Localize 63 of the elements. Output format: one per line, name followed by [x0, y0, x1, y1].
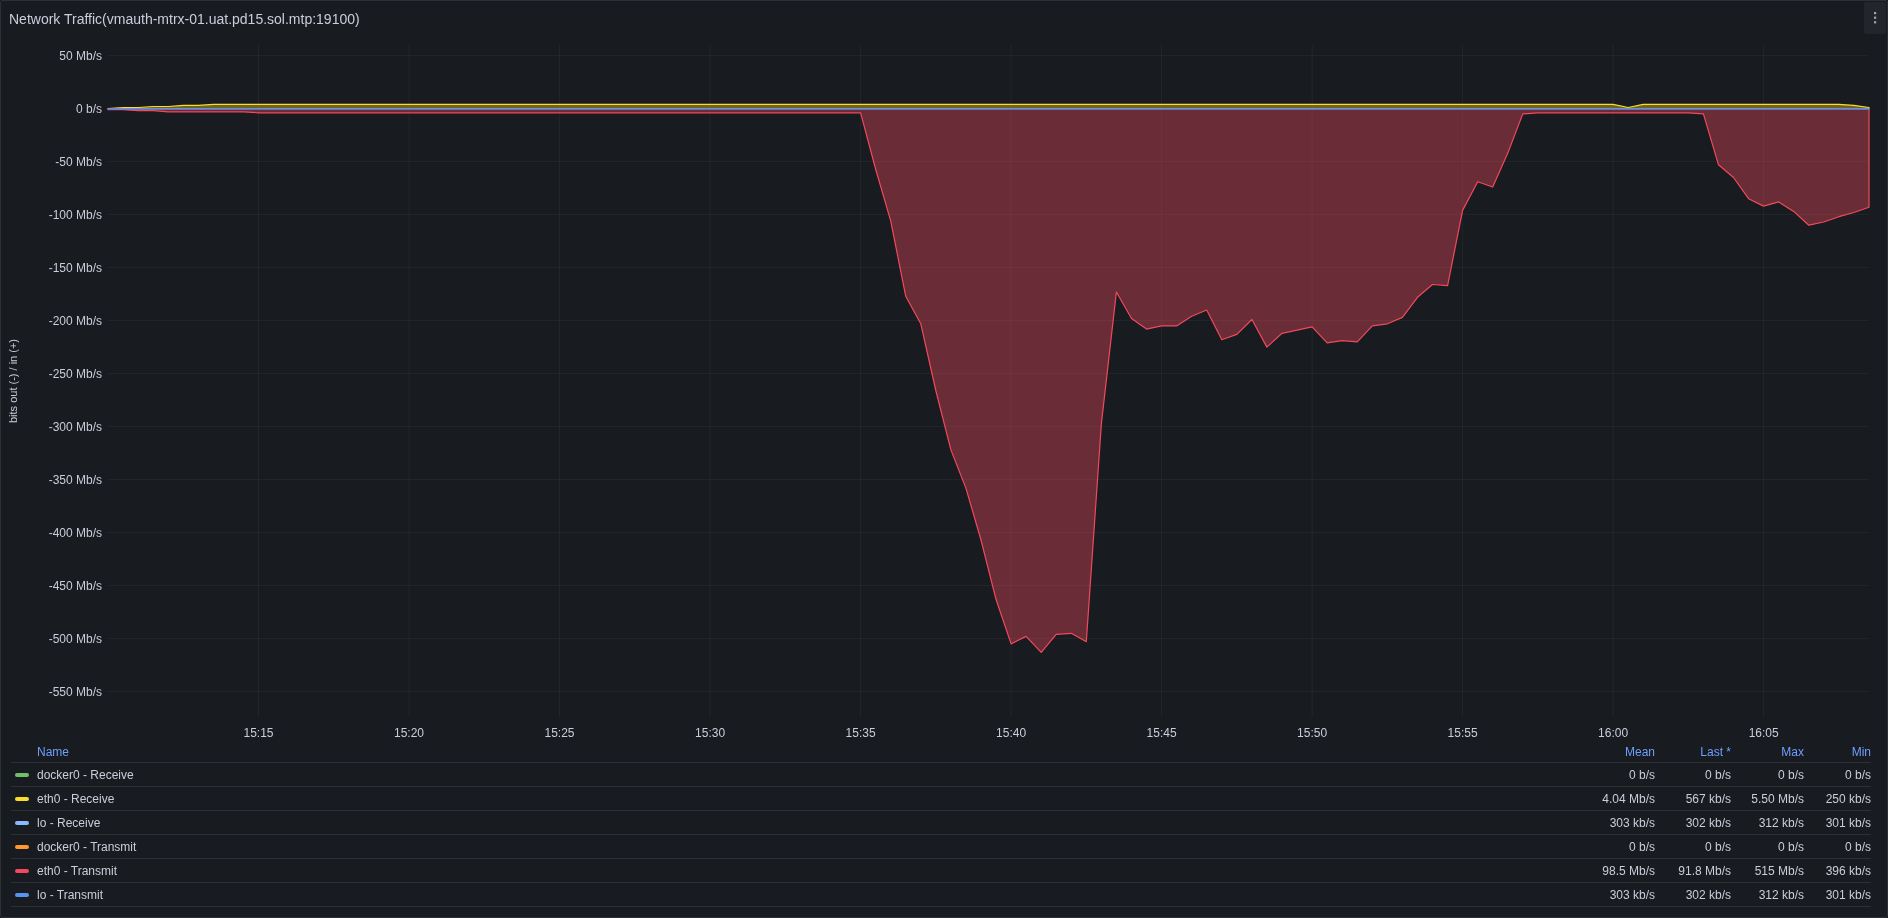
stat-value: 567 kb/s [1684, 790, 1731, 808]
column-header[interactable]: Mean [1575, 742, 1655, 761]
axis-tick-label: -400 Mb/s [48, 525, 102, 540]
axis-tick-label: 15:50 [1297, 726, 1328, 740]
stat-value: 0 b/s [1777, 838, 1804, 856]
series-name[interactable]: docker0 - Transmit [37, 837, 137, 856]
axis-tick-label: -150 Mb/s [48, 260, 102, 275]
axis-tick-label: -300 Mb/s [48, 419, 102, 434]
stat-value: 4.04 Mb/s [1601, 790, 1655, 808]
stat-value: 302 kb/s [1684, 814, 1731, 832]
stat-value: 98.5 Mb/s [1601, 862, 1655, 880]
stat-value: 0 b/s [1844, 766, 1871, 784]
axis-tick-label: 15:20 [394, 726, 425, 740]
axis-tick-label: -100 Mb/s [48, 207, 102, 222]
stat-value: 301 kb/s [1824, 814, 1871, 832]
stat-value: 303 kb/s [1608, 814, 1655, 832]
series-name[interactable]: lo - Transmit [37, 885, 103, 904]
series-name[interactable]: docker0 - Receive [37, 765, 134, 784]
axis-tick-label: 0 b/s [76, 101, 102, 116]
column-header[interactable]: Last * [1655, 742, 1731, 761]
stat-value: 0 b/s [1628, 766, 1655, 784]
axis-tick-label: 15:45 [1146, 726, 1177, 740]
axis-tick-label: -350 Mb/s [48, 472, 102, 487]
axis-tick-label: 15:55 [1447, 726, 1478, 740]
axis-tick-label: -50 Mb/s [55, 154, 102, 169]
stat-value: 91.8 Mb/s [1677, 862, 1731, 880]
axis-tick-label: 15:25 [544, 726, 575, 740]
stat-value: 0 b/s [1704, 766, 1731, 784]
stat-value: 302 kb/s [1684, 886, 1731, 904]
axis-tick-label: 16:00 [1598, 726, 1629, 740]
axis-tick-label: -450 Mb/s [48, 578, 102, 593]
menu-icon [1873, 12, 1877, 24]
stat-value: 0 b/s [1704, 838, 1731, 856]
axis-tick-label: -250 Mb/s [48, 366, 102, 381]
panel-title: Network Traffic(vmauth-mtrx-01.uat.pd15.sol.mtp:19100) [9, 10, 360, 29]
axis-tick-label: 50 Mb/s [59, 48, 102, 63]
column-header[interactable]: Min [1804, 742, 1871, 761]
axis-tick-label: 15:35 [845, 726, 876, 740]
menu-button[interactable] [1864, 2, 1886, 34]
stat-value: 312 kb/s [1757, 886, 1804, 904]
series-name[interactable]: eth0 - Transmit [37, 861, 118, 880]
stat-value: 303 kb/s [1608, 886, 1655, 904]
stat-value: 0 b/s [1844, 838, 1871, 856]
stat-value: 312 kb/s [1757, 814, 1804, 832]
series-name[interactable]: eth0 - Receive [37, 789, 115, 808]
axis-tick-label: 15:15 [243, 726, 274, 740]
stat-value: 0 b/s [1777, 766, 1804, 784]
stat-value: 301 kb/s [1824, 886, 1871, 904]
stat-value: 396 kb/s [1824, 862, 1871, 880]
series-name[interactable]: lo - Receive [37, 813, 101, 832]
axis-tick-label: 16:05 [1748, 726, 1779, 740]
column-header[interactable]: Max [1731, 742, 1804, 761]
axis-tick-label: -500 Mb/s [48, 631, 102, 646]
column-header[interactable]: Name [37, 744, 69, 759]
axis-tick-label: 15:30 [695, 726, 726, 740]
stat-value: 515 Mb/s [1753, 862, 1804, 880]
axis-tick-label: -550 Mb/s [48, 684, 102, 699]
axis-tick-label: 15:40 [996, 726, 1027, 740]
axis-title: bits out (-) / in (+) [9, 339, 19, 423]
stat-value: 5.50 Mb/s [1750, 790, 1804, 808]
stat-value: 250 kb/s [1824, 790, 1871, 808]
axis-tick-label: -200 Mb/s [48, 313, 102, 328]
stat-value: 0 b/s [1628, 838, 1655, 856]
